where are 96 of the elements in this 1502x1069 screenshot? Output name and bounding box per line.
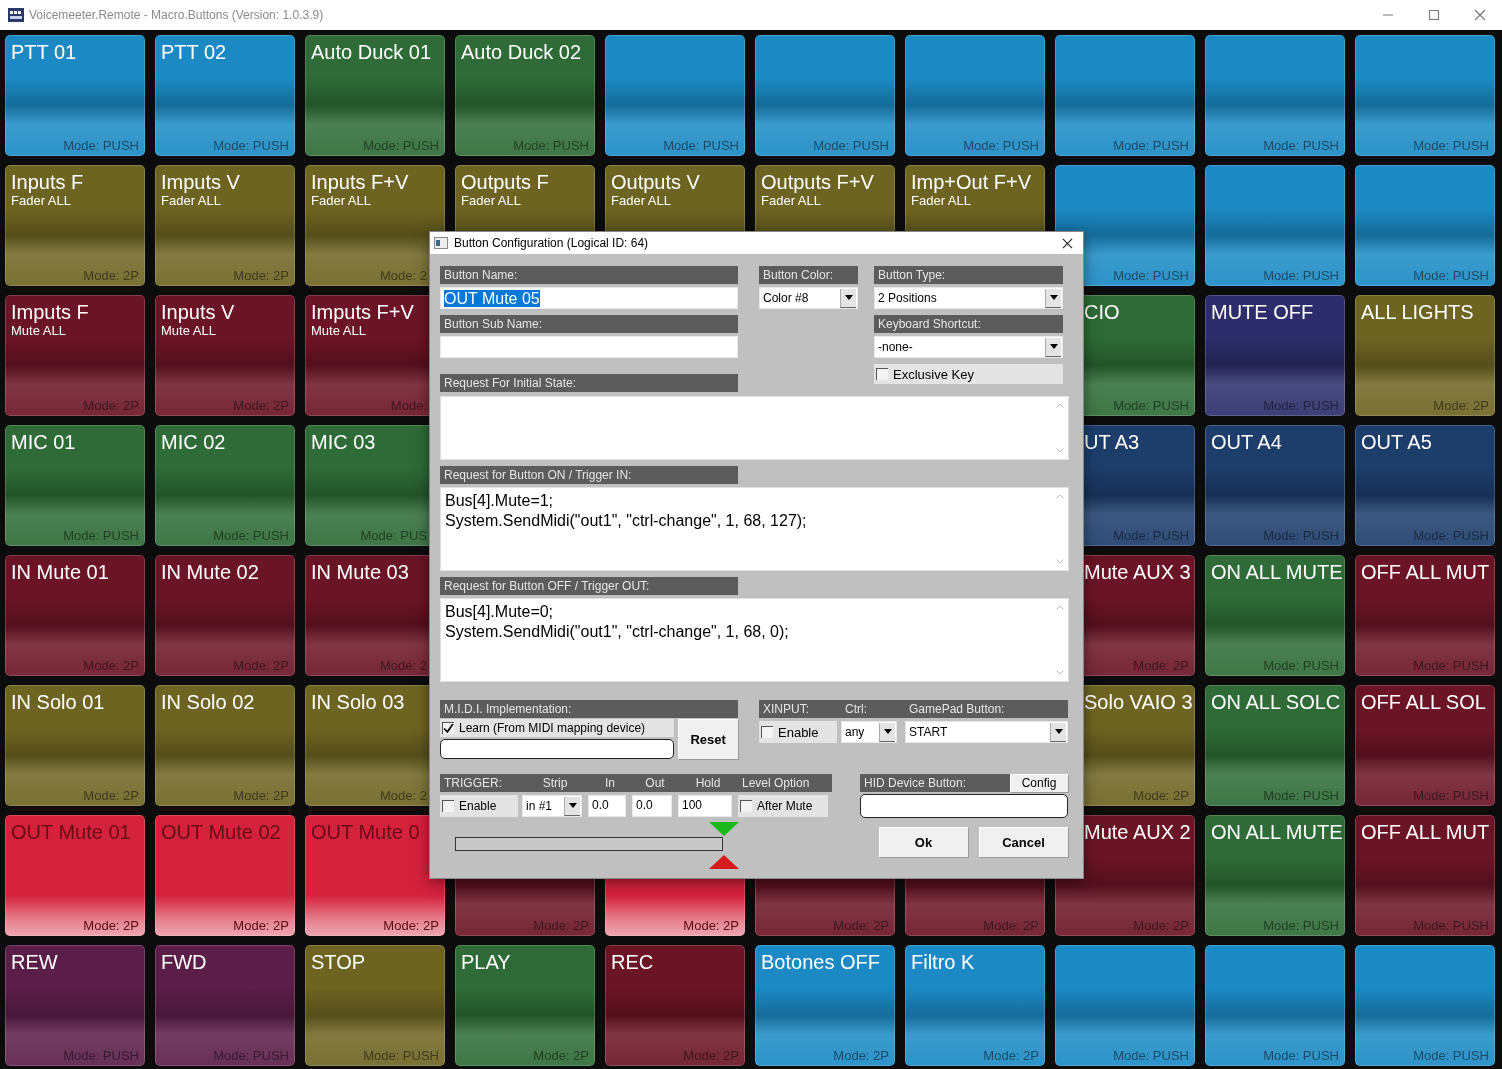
macro-button[interactable]: ON ALL SOLC Mode: PUSH — [1205, 685, 1345, 806]
macro-button[interactable]: IN Mute 01 Mode: 2P — [5, 555, 145, 676]
macro-button[interactable]: PTT 01 Mode: PUSH — [5, 35, 145, 156]
macro-button[interactable]: OFF ALL MUT Mode: PUSH — [1355, 555, 1495, 676]
strip-dropdown[interactable]: in #1 — [522, 795, 582, 817]
field-label: Button Type: — [874, 266, 1063, 284]
macro-button[interactable]: IN Solo 01 Mode: 2P — [5, 685, 145, 806]
checkbox-label: Enable — [778, 724, 819, 740]
macro-button[interactable]: OUT Mute 02 Mode: 2P — [155, 815, 295, 936]
column-header: XINPUT: — [762, 702, 810, 716]
macro-button[interactable]: PLAY Mode: 2P — [455, 945, 595, 1066]
macro-button[interactable]: OUT Mute 01 Mode: 2P — [5, 815, 145, 936]
column-header: Strip — [541, 776, 569, 790]
checkbox[interactable] — [442, 800, 454, 812]
threshold-marker-icon[interactable] — [709, 822, 739, 836]
field-label: Request for Button ON / Trigger IN: — [440, 466, 738, 484]
hold-field[interactable]: 100 — [678, 795, 732, 817]
macro-button[interactable]: IN Solo 02 Mode: 2P — [155, 685, 295, 806]
out-field[interactable]: 0.0 — [632, 795, 672, 817]
macro-button[interactable]: Inputs F+V Fader ALL Mode: 2 — [305, 165, 445, 286]
column-header: GamePad Button: — [908, 702, 1006, 716]
script-line: Bus[4].Mute=1; — [445, 491, 555, 511]
caret-icon[interactable] — [1049, 344, 1058, 349]
app-icon — [8, 8, 24, 22]
macro-button[interactable]: ON ALL MUTE Mode: PUSH — [1205, 815, 1345, 936]
macro-button[interactable]: Botones OFF Mode: 2P — [755, 945, 895, 1066]
ok-button[interactable]: Ok — [879, 827, 968, 857]
script-line: Bus[4].Mute=0; — [445, 602, 555, 622]
threshold-marker-icon[interactable] — [709, 855, 739, 869]
macro-button[interactable]: ALL LIGHTS Mode: 2P — [1355, 295, 1495, 416]
hid-field[interactable] — [860, 794, 1068, 818]
macro-button[interactable]: OFF ALL SOL Mode: PUSH — [1355, 685, 1495, 806]
column-header: Ctrl: — [844, 702, 868, 716]
checkbox-label: Exclusive Key — [893, 366, 974, 382]
checkbox[interactable] — [740, 800, 752, 812]
name-field[interactable]: OUT Mute 05 — [440, 287, 738, 309]
macro-button[interactable]: OUT A4 Mode: PUSH — [1205, 425, 1345, 546]
macro-button[interactable]: Auto Duck 02 Mode: PUSH — [455, 35, 595, 156]
macro-button[interactable]: MIC 02 Mode: PUSH — [155, 425, 295, 546]
macro-button[interactable]: Inputs V Mute ALL Mode: 2P — [155, 295, 295, 416]
type-dropdown[interactable]: 2 Positions — [874, 287, 1063, 309]
dialog-icon — [434, 237, 448, 249]
caret-icon[interactable] — [883, 729, 892, 734]
field-label: M.I.D.I. Implementation: — [440, 700, 738, 718]
macro-button[interactable]: IN Mute 02 Mode: 2P — [155, 555, 295, 676]
checkbox-label: Enable — [459, 799, 497, 813]
column-header: TRIGGER: — [443, 776, 503, 790]
field-label: Request for Button OFF / Trigger OUT: — [440, 577, 738, 595]
column-header: Hold — [694, 776, 722, 790]
close-icon[interactable] — [1062, 237, 1073, 249]
field-label: Request For Initial State: — [440, 374, 738, 392]
color-dropdown[interactable]: Color #8 — [759, 287, 858, 309]
macro-button[interactable]: PTT 02 Mode: PUSH — [155, 35, 295, 156]
macro-button[interactable]: Imputs F Mute ALL Mode: 2P — [5, 295, 145, 416]
macro-button[interactable]: REC Mode: 2P — [605, 945, 745, 1066]
field-label: Keyboard Shortcut: — [874, 315, 1063, 333]
checkbox[interactable] — [442, 722, 454, 734]
macro-button[interactable]: OFF ALL MUT Mode: PUSH — [1355, 815, 1495, 936]
column-header: Level Option — [741, 776, 811, 790]
checkbox[interactable] — [761, 726, 773, 738]
field-label: Button Sub Name: — [440, 315, 738, 333]
field-label: Button Name: — [440, 266, 738, 284]
checkbox-label: Learn (From MIDI mapping device) — [459, 721, 646, 735]
macro-button[interactable]: STOP Mode: PUSH — [305, 945, 445, 1066]
caret-icon[interactable] — [1049, 295, 1058, 300]
checkbox[interactable] — [876, 368, 888, 380]
macro-button[interactable]: Filtro K Mode: 2P — [905, 945, 1045, 1066]
field-label: HID Device Button: — [860, 774, 1010, 792]
checkbox-label: After Mute — [757, 799, 813, 813]
field-label: Button Color: — [759, 266, 858, 284]
caret-icon[interactable] — [844, 295, 853, 300]
midi-field[interactable] — [440, 739, 675, 759]
macro-button[interactable]: ON ALL MUTE Mode: PUSH — [1205, 555, 1345, 676]
in-field[interactable]: 0.0 — [588, 795, 626, 817]
sub-name-field[interactable] — [440, 336, 738, 358]
caret-icon[interactable] — [568, 803, 577, 808]
shortcut-dropdown[interactable]: -none- — [874, 336, 1063, 358]
macro-button[interactable]: OUT A5 Mode: PUSH — [1355, 425, 1495, 546]
macro-button[interactable]: Inputs F Fader ALL Mode: 2P — [5, 165, 145, 286]
column-header: In — [604, 776, 616, 790]
macro-button[interactable]: OUT Mute 0 Mode: 2P — [305, 815, 445, 936]
script-line: System.SendMidi("out1", "ctrl-change", 1, 68, 127); — [445, 511, 808, 531]
macro-button[interactable]: MIC 01 Mode: PUSH — [5, 425, 145, 546]
macro-button[interactable]: MUTE OFF Mode: PUSH — [1205, 295, 1345, 416]
script-line: System.SendMidi("out1", "ctrl-change", 1, 68, 0); — [445, 622, 790, 642]
ctrl-dropdown[interactable]: any — [841, 721, 897, 743]
macro-button[interactable]: Auto Duck 01 Mode: PUSH — [305, 35, 445, 156]
gamepad-dropdown[interactable]: START — [905, 721, 1068, 743]
window-title: Voicemeeter.Remote - Macro.Buttons (Version: 1.0.3.9) — [29, 8, 324, 22]
reset-button[interactable]: Reset — [678, 719, 738, 759]
caret-icon[interactable] — [1054, 729, 1063, 734]
macro-button[interactable]: Imputs V Fader ALL Mode: 2P — [155, 165, 295, 286]
cancel-button[interactable]: Cancel — [979, 827, 1068, 857]
column-header: Out — [644, 776, 666, 790]
maximize-icon[interactable] — [1428, 9, 1440, 21]
config-button[interactable]: Config — [1010, 774, 1068, 792]
